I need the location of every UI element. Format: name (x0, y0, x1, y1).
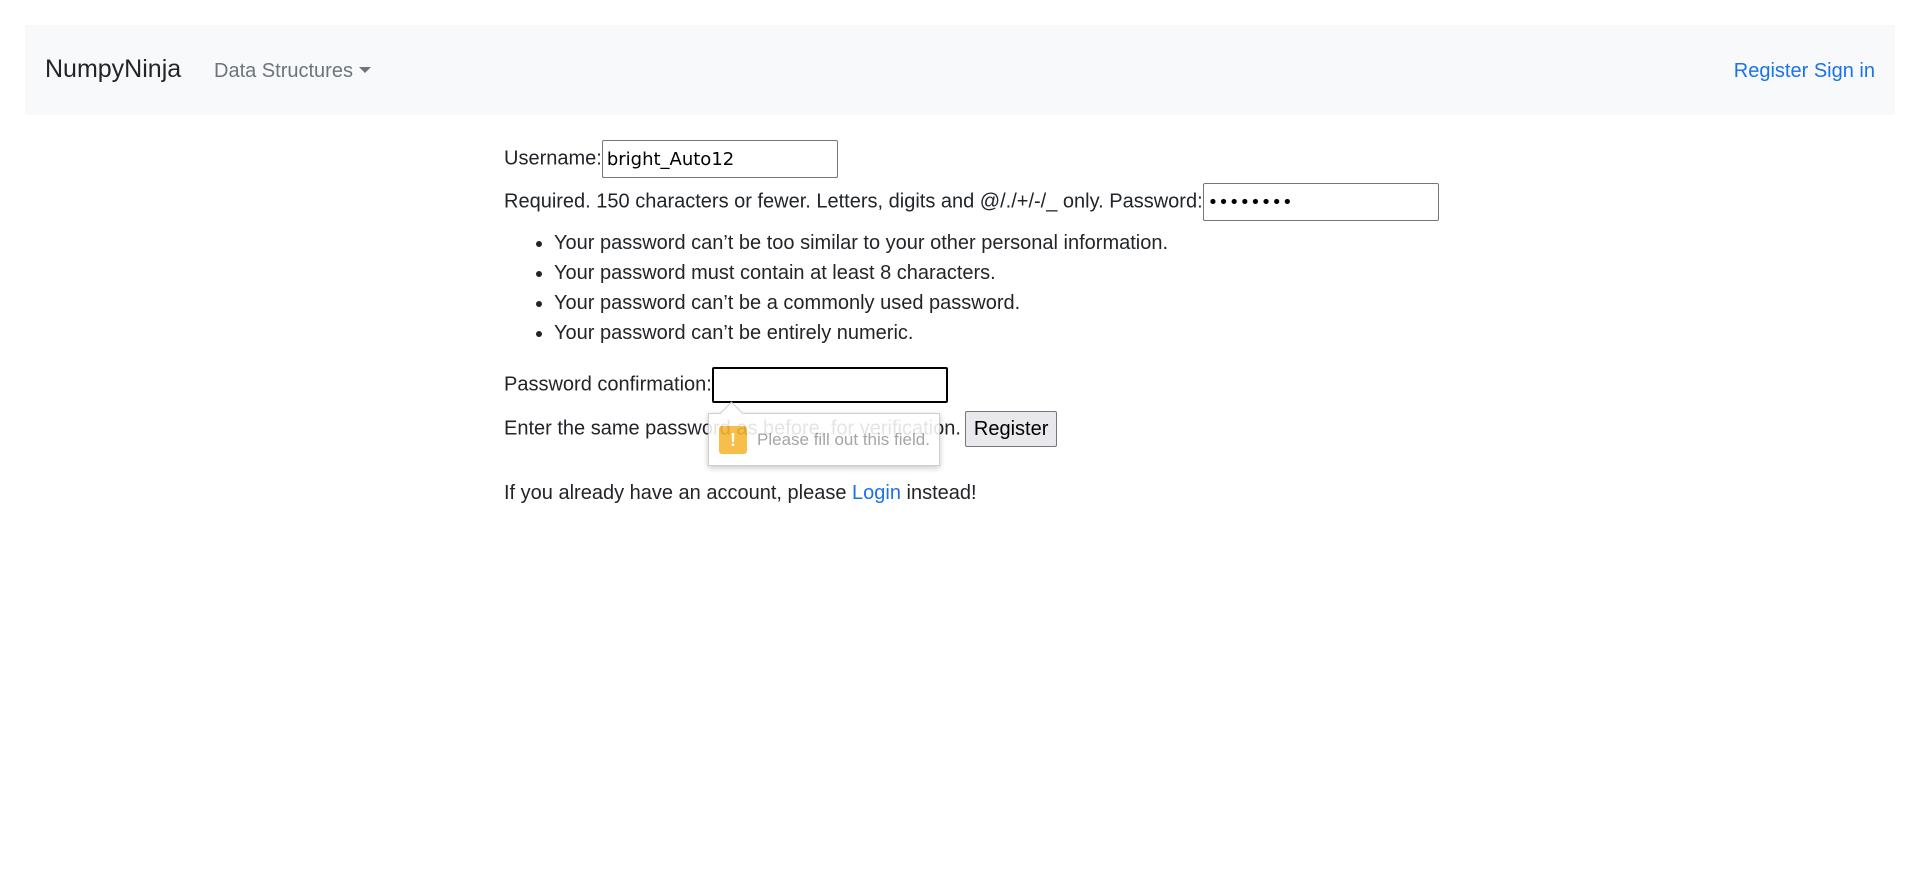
password-rule: Your password can’t be a commonly used p… (554, 288, 1354, 318)
password-rule: Your password can’t be too similar to yo… (554, 228, 1354, 258)
username-row: Username: (504, 140, 838, 178)
confirm-row: Password confirmation: (504, 367, 948, 403)
data-structures-dropdown[interactable]: Data Structures (214, 60, 371, 83)
brand-logo[interactable]: NumpyNinja (45, 55, 181, 84)
password-label: Password: (1109, 190, 1203, 213)
password-rules-list: Your password can’t be too similar to yo… (504, 228, 1354, 348)
login-link[interactable]: Login (852, 482, 901, 504)
tooltip-arrow (719, 401, 744, 426)
register-button[interactable]: Register (964, 411, 1058, 447)
login-prompt-prefix: If you already have an account, please (504, 482, 847, 504)
nav-links: Register Sign in (1734, 60, 1875, 83)
register-link[interactable]: Register (1734, 60, 1808, 82)
password-rule: Your password must contain at least 8 ch… (554, 258, 1354, 288)
password-rule: Your password can’t be entirely numeric. (554, 318, 1354, 348)
username-help-text: Required. 150 characters or fewer. Lette… (504, 190, 1104, 213)
login-prompt: If you already have an account, please L… (504, 482, 977, 505)
dropdown-label: Data Structures (214, 60, 353, 82)
validation-message: Please fill out this field. (757, 430, 930, 449)
login-prompt-suffix: instead! (906, 482, 977, 504)
username-input[interactable] (601, 140, 838, 178)
password-confirmation-label: Password confirmation: (504, 373, 712, 396)
password-row: Required. 150 characters or fewer. Lette… (504, 183, 1439, 221)
username-label: Username: (504, 147, 602, 170)
validation-tooltip: ! Please fill out this field. (708, 401, 940, 466)
signin-link[interactable]: Sign in (1814, 60, 1875, 82)
password-confirmation-input[interactable] (711, 367, 948, 403)
navbar: NumpyNinja Data Structures Register Sign… (25, 25, 1895, 115)
caret-down-icon (358, 67, 371, 73)
warning-icon: ! (719, 426, 747, 454)
password-input[interactable] (1202, 183, 1439, 221)
